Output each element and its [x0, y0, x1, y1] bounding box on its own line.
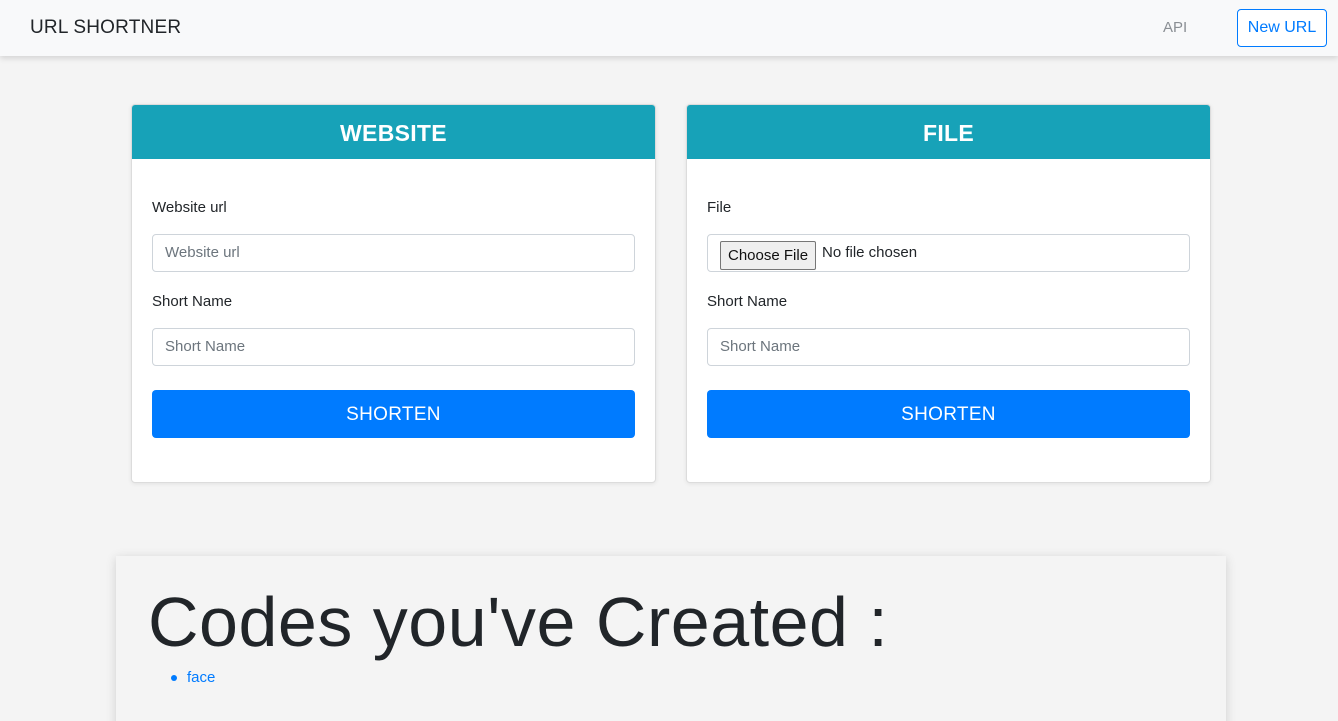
file-shorten-button[interactable]: SHORTEN [707, 390, 1190, 438]
website-card: WEBSITE Website url Website url Short Na… [131, 104, 656, 483]
codes-title: Codes you've Created : [148, 583, 889, 661]
created-codes-panel: Codes you've Created : face [116, 556, 1226, 721]
file-short-name-input[interactable]: Short Name [707, 328, 1190, 366]
website-card-title: WEBSITE [132, 105, 655, 159]
website-url-label: Website url [152, 199, 227, 216]
file-short-name-label: Short Name [707, 293, 788, 310]
top-navbar: URL SHORTNER API New URL [0, 0, 1338, 56]
brand-title[interactable]: URL SHORTNER [30, 17, 181, 39]
website-short-name-label: Short Name [152, 293, 233, 310]
choose-file-button[interactable]: Choose File [720, 241, 817, 270]
code-link-item[interactable]: face [171, 669, 215, 686]
file-card: FILE File Choose File No file chosen Sho… [686, 104, 1211, 483]
file-input[interactable]: Choose File No file chosen [707, 234, 1190, 272]
no-file-chosen-text: No file chosen [822, 244, 918, 261]
website-url-input[interactable]: Website url [152, 234, 635, 272]
website-short-name-input[interactable]: Short Name [152, 328, 635, 366]
api-link[interactable]: API [1163, 19, 1187, 36]
website-shorten-button[interactable]: SHORTEN [152, 390, 635, 438]
codes-list: face [171, 669, 215, 686]
file-label: File [707, 199, 732, 216]
new-url-button[interactable]: New URL [1237, 9, 1327, 47]
file-card-title: FILE [687, 105, 1210, 159]
